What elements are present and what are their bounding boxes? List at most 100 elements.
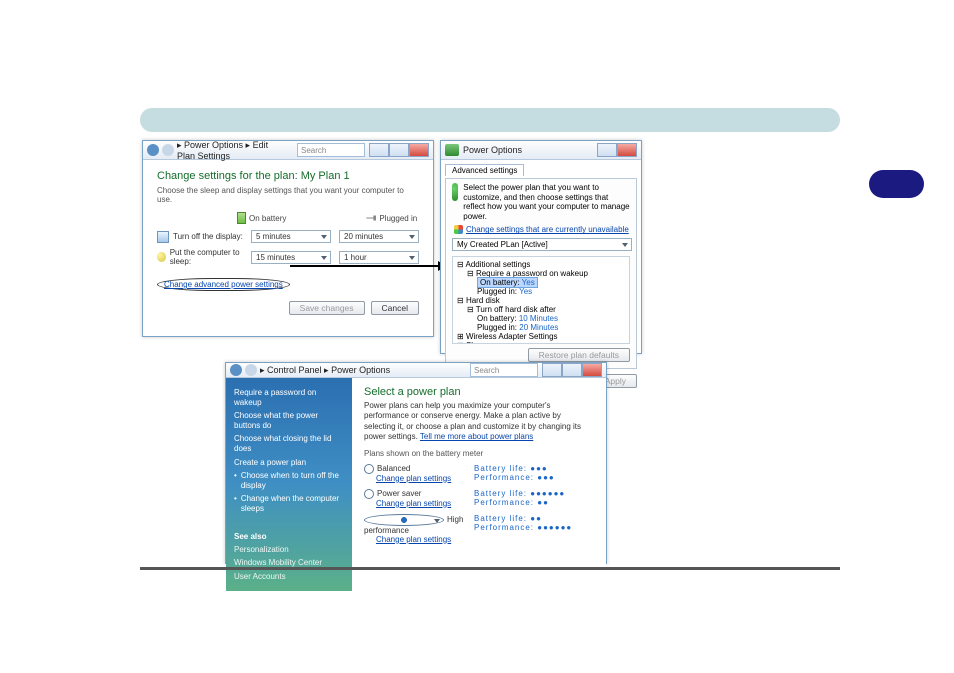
display-battery-select[interactable]: 5 minutes	[251, 230, 331, 243]
nav-forward-icon[interactable]	[245, 364, 257, 376]
window-titlebar: Power Options	[441, 141, 641, 160]
power-plan-row: High performanceChange plan settingsBatt…	[364, 514, 594, 544]
close-icon[interactable]	[617, 143, 637, 157]
settings-tree[interactable]: ⊟ Additional settings ⊟ Require a passwo…	[452, 256, 630, 344]
power-shield-icon	[452, 183, 458, 201]
close-icon[interactable]	[409, 143, 429, 157]
plan-name: Balanced	[377, 464, 410, 473]
search-input[interactable]: Search	[297, 143, 365, 157]
plugged-in-header: Plugged in	[366, 212, 417, 224]
sidebar-task[interactable]: Require a password on wakeup	[234, 388, 344, 407]
performance-dots: ●●●	[537, 473, 555, 482]
tasks-sidebar: Require a password on wakeup Choose what …	[226, 378, 352, 591]
sleep-battery-select[interactable]: 15 minutes	[251, 251, 331, 264]
edit-plan-window: ▸ Power Options ▸ Edit Plan Settings Sea…	[142, 140, 434, 337]
battery-icon	[237, 212, 246, 224]
sidebar-task[interactable]: Choose what the power buttons do	[234, 411, 344, 430]
tree-hd-batt-label: On battery:	[477, 314, 517, 323]
power-plan-row: BalancedChange plan settingsBattery life…	[364, 464, 594, 483]
margin-badge	[869, 170, 924, 198]
plans-shown-label: Plans shown on the battery meter	[364, 449, 594, 458]
display-icon	[157, 231, 169, 243]
sidebar-task[interactable]: Choose what closing the lid does	[234, 434, 344, 453]
cancel-button[interactable]: Cancel	[371, 301, 419, 315]
nav-forward-icon[interactable]	[162, 144, 174, 156]
tree-plugged-pw-label: Plugged in:	[477, 287, 517, 296]
window-titlebar: ▸ Control Panel ▸ Power Options Search	[226, 363, 606, 378]
battery-life-dots: ●●●●●●	[530, 489, 565, 498]
uac-shield-icon	[454, 225, 463, 234]
restore-defaults-button[interactable]: Restore plan defaults	[528, 348, 630, 362]
turn-off-display-label: Turn off the display:	[173, 232, 243, 241]
see-also-link[interactable]: Personalization	[234, 545, 344, 555]
performance-label: Performance:	[474, 498, 537, 507]
sidebar-task[interactable]: Choose when to turn off the display	[234, 471, 344, 490]
performance-label: Performance:	[474, 523, 537, 532]
save-button[interactable]: Save changes	[289, 301, 365, 315]
callout-arrow	[290, 265, 440, 267]
maximize-icon[interactable]	[562, 363, 582, 377]
tree-hd-plug-label: Plugged in:	[477, 323, 517, 332]
page-description: Power plans can help you maximize your c…	[364, 401, 594, 443]
sleep-plugged-select[interactable]: 1 hour	[339, 251, 419, 264]
see-also-heading: See also	[234, 532, 344, 541]
plan-radio[interactable]	[364, 464, 374, 474]
advanced-settings-link[interactable]: Change advanced power settings	[164, 280, 283, 289]
breadcrumb[interactable]: ▸ Control Panel ▸ Power Options	[260, 365, 466, 376]
tree-plugged-pw-value[interactable]: Yes	[519, 287, 532, 296]
section-heading-bar	[140, 108, 840, 132]
help-icon[interactable]	[597, 143, 617, 157]
close-icon[interactable]	[582, 363, 602, 377]
battery-life-dots: ●●●	[530, 464, 548, 473]
page-title: Change settings for the plan: My Plan 1	[157, 170, 419, 182]
search-input[interactable]: Search	[470, 363, 538, 377]
page-divider	[140, 567, 840, 570]
unavailable-settings-link[interactable]: Change settings that are currently unava…	[466, 225, 629, 234]
change-plan-link[interactable]: Change plan settings	[376, 474, 451, 483]
tree-wireless[interactable]: Wireless Adapter Settings	[466, 332, 558, 341]
breadcrumb[interactable]: ▸ Power Options ▸ Edit Plan Settings	[177, 140, 283, 161]
plug-icon	[366, 213, 376, 223]
window-titlebar: ▸ Power Options ▸ Edit Plan Settings Sea…	[143, 141, 433, 160]
performance-dots: ●●●●●●	[537, 523, 572, 532]
plan-selector[interactable]: My Created PLan [Active]	[452, 238, 632, 251]
minimize-icon[interactable]	[369, 143, 389, 157]
plan-name: Power saver	[377, 489, 421, 498]
performance-label: Performance:	[474, 473, 537, 482]
nav-back-icon[interactable]	[147, 144, 159, 156]
change-plan-link[interactable]: Change plan settings	[376, 499, 451, 508]
advanced-options-window: Power Options Advanced settings Select t…	[440, 140, 642, 354]
tree-hd-batt-value[interactable]: 10 Minutes	[519, 314, 558, 323]
window-title: Power Options	[463, 145, 597, 155]
dialog-description: Select the power plan that you want to c…	[463, 183, 630, 221]
nav-back-icon[interactable]	[230, 364, 242, 376]
battery-life-label: Battery life:	[474, 489, 530, 498]
tree-turnoff-hd[interactable]: Turn off hard disk after	[476, 305, 556, 314]
battery-life-label: Battery life:	[474, 514, 530, 523]
power-options-window: ▸ Control Panel ▸ Power Options Search R…	[225, 362, 607, 564]
plan-radio[interactable]	[364, 489, 374, 499]
plan-radio[interactable]	[364, 514, 444, 526]
sidebar-task[interactable]: Create a power plan	[234, 458, 344, 468]
tree-additional[interactable]: Additional settings	[465, 260, 530, 269]
performance-dots: ●●	[537, 498, 549, 507]
power-icon	[445, 144, 459, 156]
page-subtitle: Choose the sleep and display settings th…	[157, 186, 419, 204]
battery-life-dots: ●●	[530, 514, 542, 523]
tree-harddisk[interactable]: Hard disk	[466, 296, 500, 305]
maximize-icon[interactable]	[389, 143, 409, 157]
display-plugged-select[interactable]: 20 minutes	[339, 230, 419, 243]
tell-me-more-link[interactable]: Tell me more about power plans	[420, 432, 533, 441]
sidebar-task[interactable]: Change when the computer sleeps	[234, 494, 344, 513]
minimize-icon[interactable]	[542, 363, 562, 377]
change-plan-link[interactable]: Change plan settings	[376, 535, 451, 544]
sleep-label: Put the computer to sleep:	[170, 248, 251, 266]
page-title: Select a power plan	[364, 386, 594, 398]
on-battery-header: On battery	[237, 212, 286, 224]
tree-hd-plug-value[interactable]: 20 Minutes	[519, 323, 558, 332]
tab-advanced[interactable]: Advanced settings	[445, 164, 524, 176]
power-plan-row: Power saverChange plan settings Battery l…	[364, 489, 594, 508]
tree-sleep[interactable]: Sleep	[466, 341, 486, 344]
sleep-icon	[157, 252, 166, 262]
see-also-link[interactable]: User Accounts	[234, 572, 344, 582]
